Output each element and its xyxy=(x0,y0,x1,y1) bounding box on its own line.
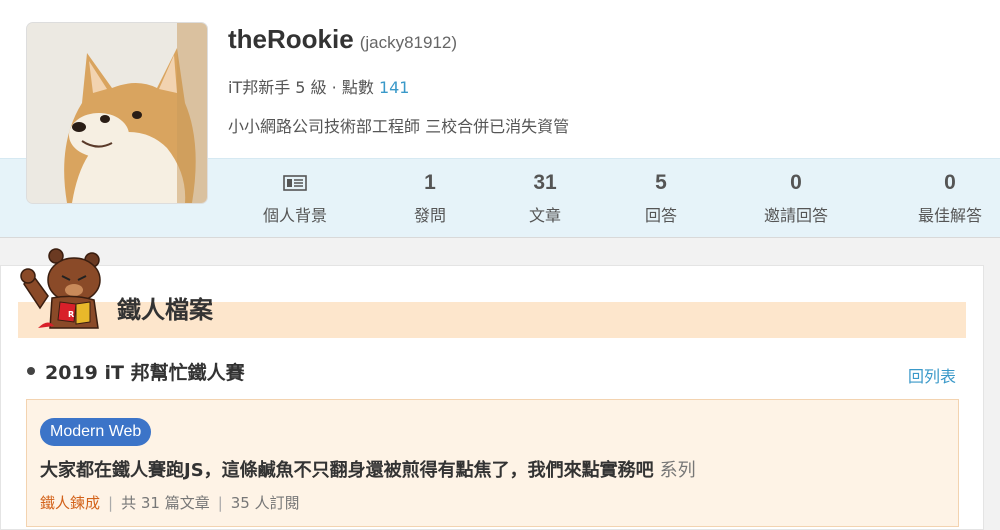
series-title-text[interactable]: 大家都在鐵人賽跑JS，這條鹹魚不只翻身還被煎得有點焦了，我們來點實務吧 xyxy=(40,460,654,481)
stat-label: 回答 xyxy=(644,206,677,225)
divider: | xyxy=(217,494,223,512)
bullet-dot xyxy=(27,367,35,375)
ironman-section-title: 鐵人檔案 xyxy=(117,296,213,324)
profile-card-icon xyxy=(283,175,307,191)
series-title[interactable]: 大家都在鐵人賽跑JS，這條鹹魚不只翻身還被煎得有點焦了，我們來點實務吧 系列 xyxy=(40,456,696,482)
stat-label: 發問 xyxy=(413,206,446,225)
stat-invited-answers[interactable]: 0 邀請回答 xyxy=(736,170,856,226)
avatar xyxy=(27,23,207,203)
stat-questions[interactable]: 1 發問 xyxy=(370,170,490,226)
stat-profile-background[interactable]: 個人背景 xyxy=(235,170,355,226)
series-subscribers: 35 人訂閱 xyxy=(230,494,300,512)
rank-text: iT邦新手 5 級 · 點數 xyxy=(228,78,374,97)
bear-mascot-icon: R xyxy=(20,248,101,329)
stat-label: 文章 xyxy=(528,206,561,225)
user-name-text[interactable]: theRookie xyxy=(228,24,354,54)
user-handle: (jacky81912) xyxy=(359,33,458,52)
stat-best-answers[interactable]: 0 最佳解答 xyxy=(890,170,1000,226)
series-article-count: 共 31 篇文章 xyxy=(121,494,210,512)
stat-value: 5 xyxy=(655,171,667,194)
shiba-avatar-image xyxy=(27,23,207,203)
stat-answers[interactable]: 5 回答 xyxy=(601,170,721,226)
series-suffix: 系列 xyxy=(659,460,696,481)
stat-value: 0 xyxy=(790,171,802,194)
points-value: 141 xyxy=(378,78,410,97)
stat-label: 個人背景 xyxy=(262,206,327,225)
stat-label: 最佳解答 xyxy=(917,206,982,225)
series-card[interactable]: Modern Web 大家都在鐵人賽跑JS，這條鹹魚不只翻身還被煎得有點焦了，我… xyxy=(26,399,959,527)
series-category-tag[interactable]: Modern Web xyxy=(40,418,152,446)
divider: | xyxy=(108,494,114,512)
stat-value: 1 xyxy=(424,171,436,194)
user-bio: 小小網路公司技術部工程師 三校合併已消失資管 xyxy=(228,117,570,136)
user-rank: iT邦新手 5 級 · 點數 141 xyxy=(228,74,409,98)
series-meta: 鐵人鍊成 | 共 31 篇文章 | 35 人訂閱 xyxy=(40,492,300,513)
stat-value: 31 xyxy=(533,171,557,194)
svg-text:R: R xyxy=(68,310,74,319)
stat-label: 邀請回答 xyxy=(763,206,828,225)
user-name[interactable]: theRookie (jacky81912) xyxy=(228,24,457,55)
back-to-list-link[interactable]: 回列表 xyxy=(908,363,956,387)
stat-articles[interactable]: 31 文章 xyxy=(485,170,605,226)
contest-title: 2019 iT 邦幫忙鐵人賽 xyxy=(45,362,245,384)
series-level: 鐵人鍊成 xyxy=(40,494,101,512)
stat-value: 0 xyxy=(944,171,956,194)
